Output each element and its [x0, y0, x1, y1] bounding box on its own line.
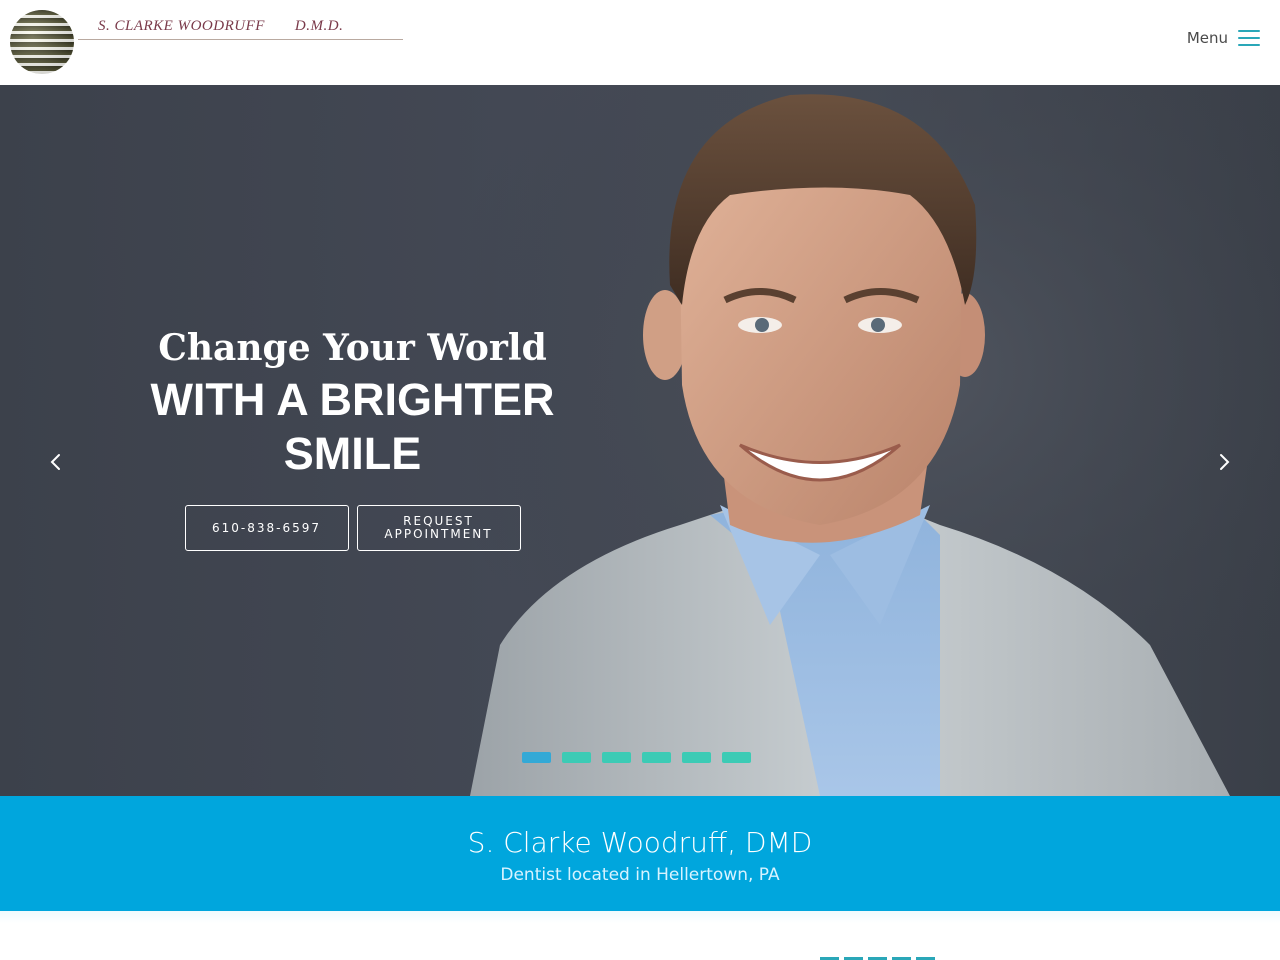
menu-button[interactable]: Menu — [1187, 24, 1260, 52]
logo-credential: D.M.D. — [294, 18, 344, 34]
menu-label: Menu — [1186, 29, 1228, 47]
next-section-top — [0, 911, 1280, 960]
slide-dot-2[interactable] — [562, 752, 591, 763]
slide-dot-1[interactable] — [522, 752, 551, 763]
slider-next-button[interactable] — [1212, 450, 1236, 474]
slide-dot-6[interactable] — [722, 752, 751, 763]
slide-dot-3[interactable] — [602, 752, 631, 763]
slider-prev-button[interactable] — [44, 450, 68, 474]
logo-text: S. CLARKE WOODRUFF D.M.D. — [78, 18, 403, 40]
logo-practice-name: S. CLARKE WOODRUFF — [98, 18, 265, 34]
hero-buttons: 610-838-6597 REQUEST APPOINTMENT — [80, 505, 625, 551]
hamburger-icon — [1238, 30, 1260, 46]
chevron-right-icon — [1220, 454, 1230, 470]
striped-globe-logo-icon — [10, 10, 74, 74]
hero-slider: Change Your World WITH A BRIGHTER SMILE … — [0, 85, 1280, 796]
request-appointment-button[interactable]: REQUEST APPOINTMENT — [356, 505, 521, 551]
site-header: S. CLARKE WOODRUFF D.M.D. Menu — [0, 0, 1280, 85]
practice-location: Dentist located in Hellertown, PA — [500, 865, 780, 885]
practice-name: S. Clarke Woodruff, DMD — [467, 826, 813, 859]
site-logo[interactable]: S. CLARKE WOODRUFF D.M.D. — [10, 10, 410, 75]
hero-title-line1: Change Your World — [158, 327, 547, 369]
hero-content: Change Your World WITH A BRIGHTER SMILE … — [80, 325, 625, 551]
hero-title-line2: WITH A BRIGHTER SMILE — [150, 374, 555, 479]
phone-button[interactable]: 610-838-6597 — [184, 505, 349, 551]
slide-dot-4[interactable] — [642, 752, 671, 763]
chevron-left-icon — [50, 454, 60, 470]
practice-banner: S. Clarke Woodruff, DMD Dentist located … — [0, 796, 1280, 911]
slide-dot-5[interactable] — [682, 752, 711, 763]
slider-pagination — [522, 752, 751, 763]
